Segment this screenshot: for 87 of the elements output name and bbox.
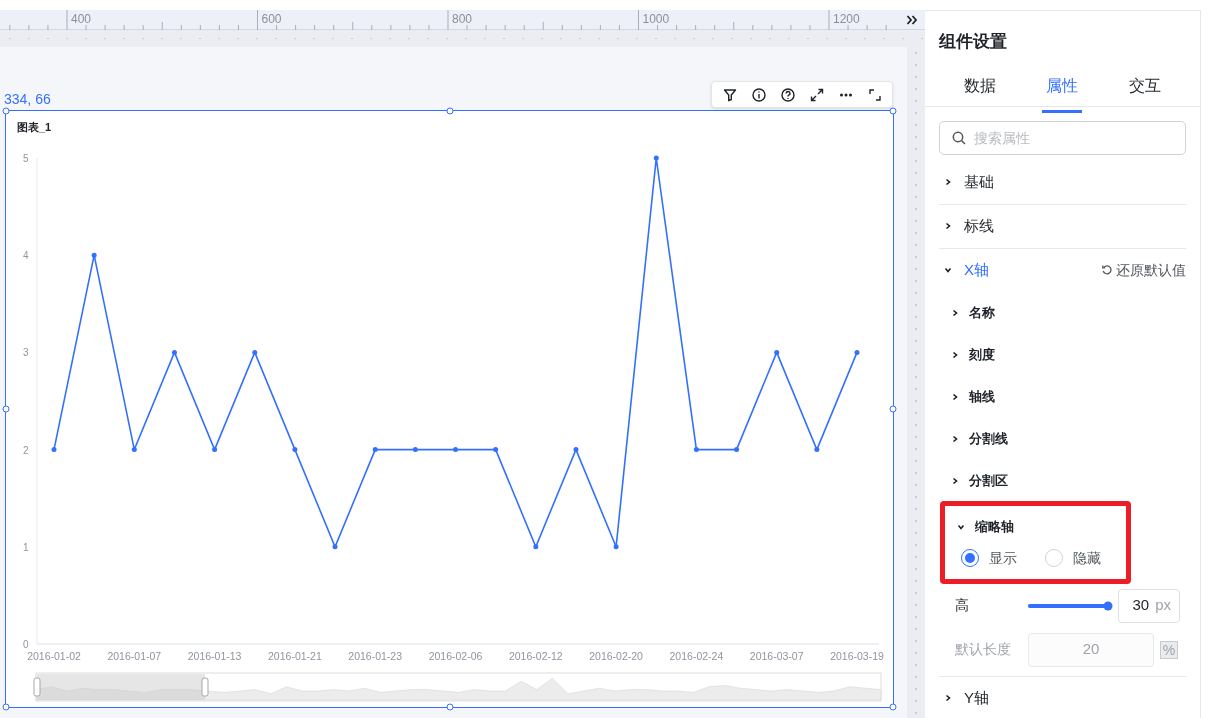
data-point — [412, 447, 418, 453]
data-point — [292, 447, 298, 453]
x-axis-label: 2016-01-07 — [107, 650, 162, 662]
data-point — [573, 447, 579, 453]
resize-handle[interactable] — [889, 703, 897, 711]
subsection-header[interactable]: 名称 — [939, 291, 995, 334]
tab[interactable]: 数据 — [960, 62, 1001, 113]
y-tick-label: 1 — [23, 541, 29, 553]
position-label: 334, 66 — [4, 92, 51, 106]
chevron-right-icon — [944, 222, 952, 230]
data-point — [493, 447, 499, 453]
y-axis: 0 1 2 3 4 5 — [23, 153, 38, 650]
data-point — [51, 447, 57, 453]
data-point — [653, 155, 659, 161]
tab[interactable]: 交互 — [1124, 62, 1165, 113]
resize-handle[interactable] — [2, 107, 10, 115]
chart-title: 图表_1 — [17, 120, 52, 135]
chevron-down-icon — [957, 522, 965, 531]
data-point — [854, 349, 860, 355]
data-point — [91, 252, 97, 258]
x-axis-label: 2016-02-06 — [428, 650, 483, 662]
data-point — [131, 447, 137, 453]
data-point — [453, 447, 458, 453]
data-point — [814, 447, 820, 453]
x-axis-label: 2016-01-21 — [268, 650, 322, 662]
resize-handle[interactable] — [889, 405, 897, 413]
y-tick-label: 4 — [23, 250, 29, 262]
resize-handle[interactable] — [446, 703, 453, 711]
resize-handle[interactable] — [2, 703, 10, 711]
section-header[interactable]: 基础 — [939, 170, 994, 194]
section-header[interactable]: 标线 — [939, 214, 994, 238]
slider-thumb[interactable] — [1103, 601, 1113, 610]
y-tick-label: 5 — [23, 153, 29, 164]
search-field[interactable]: 搜索属性 — [939, 120, 1186, 155]
chevron-down-icon — [944, 266, 952, 274]
subsection-header[interactable]: 分割区 — [939, 459, 1008, 502]
data-point — [372, 447, 378, 453]
chevron-right-icon — [951, 308, 959, 317]
radio-option[interactable]: 显示 — [961, 547, 1017, 569]
field-label: 高 — [955, 596, 970, 615]
panel-title: 组件设置 — [938, 31, 1008, 53]
data-point — [693, 447, 699, 453]
number-input[interactable]: 30 px — [1118, 588, 1180, 623]
subsection-header[interactable]: 轴线 — [939, 375, 995, 418]
chevron-right-icon — [944, 178, 952, 186]
data-point — [613, 544, 619, 550]
y-tick-label: 3 — [23, 347, 29, 359]
resize-handle[interactable] — [446, 107, 453, 115]
data-point — [252, 349, 258, 355]
data-point — [332, 544, 338, 550]
subsection-header[interactable]: 缩略轴 — [945, 505, 1014, 548]
chevron-right-icon — [944, 694, 952, 702]
x-axis-label: 2016-02-12 — [508, 650, 563, 662]
field-label: 默认长度 — [955, 640, 1012, 659]
section-header[interactable]: X轴 — [939, 258, 989, 282]
x-axis-label: 2016-02-24 — [669, 650, 724, 662]
data-point — [171, 349, 177, 355]
x-axis-label: 2016-01-02 — [27, 650, 81, 662]
x-axis-label: 2016-03-07 — [749, 650, 804, 662]
reset-button[interactable]: 还原默认值 — [1101, 259, 1186, 281]
subsection-header[interactable]: 分割线 — [939, 417, 1008, 460]
x-axis-label: 2016-03-19 — [830, 650, 884, 662]
x-axis-label: 2016-01-23 — [348, 650, 403, 662]
resize-handle[interactable] — [889, 107, 897, 115]
resize-handle[interactable] — [2, 405, 10, 413]
chevron-right-icon — [951, 350, 959, 359]
data-zoom-slider[interactable] — [33, 672, 882, 702]
ruler: 400 600 800 1000 1200 — [0, 10, 898, 30]
radio-option[interactable]: 隐藏 — [1045, 547, 1101, 569]
x-axis-label: 2016-02-20 — [589, 650, 643, 662]
chevron-right-icon — [951, 476, 959, 485]
unit-label: px — [1155, 595, 1171, 616]
undo-icon — [1101, 264, 1113, 276]
input-value: 30 — [1132, 595, 1150, 616]
y-tick-label: 2 — [23, 444, 29, 456]
data-point — [212, 447, 218, 453]
chevron-right-icon — [951, 434, 959, 443]
y-tick-label: 0 — [23, 639, 29, 650]
search-icon — [952, 130, 966, 145]
section-header[interactable]: Y轴 — [939, 686, 989, 710]
x-axis-label: 2016-01-13 — [187, 650, 242, 662]
data-point — [734, 447, 740, 453]
data-point — [533, 544, 539, 550]
tab[interactable]: 属性 — [1042, 62, 1083, 113]
subsection-header[interactable]: 刻度 — [939, 333, 995, 376]
chevron-right-icon — [951, 392, 959, 401]
data-point — [774, 349, 780, 355]
